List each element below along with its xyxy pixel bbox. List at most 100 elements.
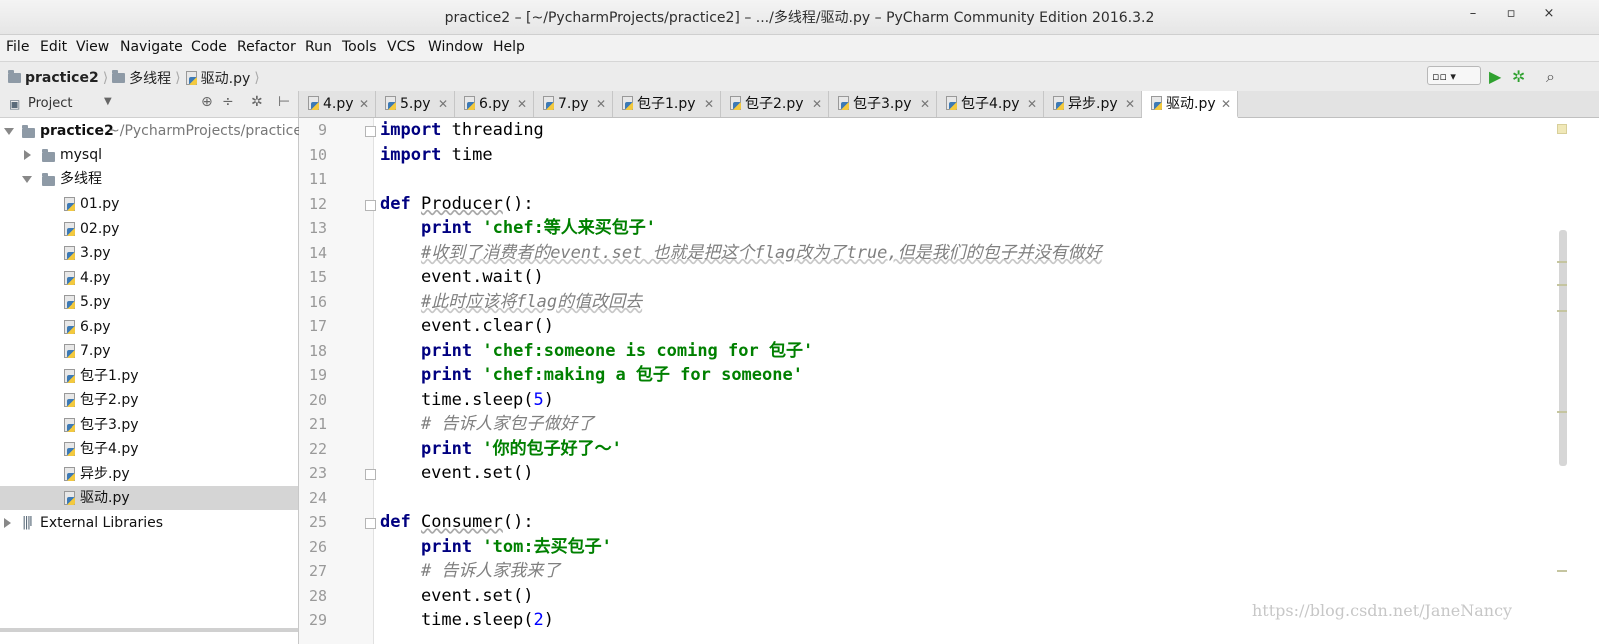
tab-baozi2-py[interactable]: 包子2.py ✕	[721, 91, 829, 117]
warning-marker[interactable]	[1557, 284, 1567, 286]
inspection-status-icon[interactable]	[1557, 124, 1567, 134]
menu-refactor[interactable]: Refactor	[237, 39, 296, 55]
tree-item-mysql[interactable]: mysql	[0, 143, 298, 167]
code-line[interactable]: 16 #此时应该将flag的值改回去	[299, 290, 1559, 314]
warning-marker[interactable]	[1557, 310, 1567, 312]
tree-item-file[interactable]: 包子4.py	[0, 437, 298, 461]
code-line[interactable]: 15 event.wait()	[299, 265, 1559, 289]
close-button[interactable]: ×	[1538, 6, 1560, 26]
vertical-scrollbar[interactable]	[1559, 230, 1567, 466]
code-line[interactable]: 19 print 'chef:making a 包子 for someone'	[299, 363, 1559, 387]
menu-edit[interactable]: Edit	[40, 39, 67, 55]
tree-item-file[interactable]: 02.py	[0, 217, 298, 241]
tree-item-file[interactable]: 7.py	[0, 339, 298, 363]
tree-item-file[interactable]: 3.py	[0, 241, 298, 265]
menu-vcs[interactable]: VCS	[387, 39, 415, 55]
tree-item-duoxiancheng[interactable]: 多线程	[0, 167, 298, 191]
code-line[interactable]: 20 time.sleep(5)	[299, 388, 1559, 412]
close-tab-icon[interactable]: ✕	[438, 91, 448, 117]
close-tab-icon[interactable]: ✕	[517, 91, 527, 117]
close-tab-icon[interactable]: ✕	[1125, 91, 1135, 117]
code-editor[interactable]: 9 import threading 10 import time 11 12 def Pr…	[299, 118, 1599, 644]
code-line[interactable]: 27 # 告诉人家我来了	[299, 559, 1559, 583]
breadcrumb-project[interactable]: practice2	[25, 70, 99, 86]
fold-marker-icon[interactable]	[365, 518, 376, 529]
menu-navigate[interactable]: Navigate	[120, 39, 183, 55]
debug-bug-icon[interactable]: ✲	[1512, 67, 1525, 86]
tree-item-practice2[interactable]: practice2 ~/PycharmProjects/practice2	[0, 119, 311, 143]
tree-item-file-selected[interactable]: 驱动.py	[0, 486, 298, 510]
tree-item-file[interactable]: 6.py	[0, 315, 298, 339]
close-tab-icon[interactable]: ✕	[920, 91, 930, 117]
project-view-label[interactable]: Project	[28, 96, 72, 111]
menu-help[interactable]: Help	[493, 39, 525, 55]
search-icon[interactable]: ⌕	[1546, 67, 1555, 87]
tree-item-file[interactable]: 异步.py	[0, 462, 298, 486]
menu-view[interactable]: View	[76, 39, 109, 55]
expand-arrow-icon[interactable]	[24, 150, 31, 160]
code-line[interactable]: 25 def Consumer():	[299, 510, 1559, 534]
menu-file[interactable]: File	[6, 39, 29, 55]
fold-marker-icon[interactable]	[365, 199, 376, 211]
code-line[interactable]: 24	[299, 486, 1559, 510]
minimize-button[interactable]: –	[1462, 6, 1484, 26]
code-line[interactable]: 22 print '你的包子好了～'	[299, 437, 1559, 461]
chevron-down-icon[interactable]: ▼	[104, 96, 112, 107]
code-line[interactable]: 18 print 'chef:someone is coming for 包子'	[299, 339, 1559, 363]
horizontal-scrollbar[interactable]	[0, 628, 298, 632]
tree-item-file[interactable]: 5.py	[0, 290, 298, 314]
code-line[interactable]: 13 print 'chef:等人来买包子'	[299, 216, 1559, 240]
menu-code[interactable]: Code	[191, 39, 227, 55]
close-tab-icon[interactable]: ✕	[704, 91, 714, 117]
tab-7-py[interactable]: 7.py ✕	[534, 91, 613, 117]
close-tab-icon[interactable]: ✕	[1027, 91, 1037, 117]
tab-baozi3-py[interactable]: 包子3.py ✕	[829, 91, 937, 117]
tree-item-file[interactable]: 包子1.py	[0, 364, 298, 388]
close-tab-icon[interactable]: ✕	[596, 91, 606, 117]
expand-arrow-icon[interactable]	[4, 128, 14, 135]
tree-item-external-libraries[interactable]: |||l External Libraries	[0, 511, 298, 535]
run-icon[interactable]: ▶	[1489, 67, 1501, 86]
collapse-all-icon[interactable]: ÷	[222, 94, 234, 110]
code-line[interactable]: 10 import time	[299, 143, 1559, 167]
close-tab-icon[interactable]: ✕	[1221, 91, 1231, 117]
expand-arrow-icon[interactable]	[22, 176, 32, 183]
warning-marker[interactable]	[1557, 570, 1567, 572]
tab-baozi1-py[interactable]: 包子1.py ✕	[613, 91, 721, 117]
tab-5-py[interactable]: 5.py ✕	[376, 91, 455, 117]
tab-4-py[interactable]: 4.py ✕	[299, 91, 376, 117]
close-tab-icon[interactable]: ✕	[359, 91, 369, 117]
locate-target-icon[interactable]: ⊕	[201, 94, 213, 110]
expand-arrow-icon[interactable]	[4, 518, 11, 528]
code-line[interactable]: 21 # 告诉人家包子做好了	[299, 412, 1559, 436]
warning-marker[interactable]	[1557, 411, 1567, 413]
breadcrumb-file[interactable]: 驱动.py	[201, 68, 251, 88]
tree-item-file[interactable]: 01.py	[0, 192, 298, 216]
warning-marker[interactable]	[1557, 261, 1567, 263]
tree-item-file[interactable]: 包子2.py	[0, 388, 298, 412]
tab-6-py[interactable]: 6.py ✕	[455, 91, 534, 117]
code-line[interactable]: 12 def Producer():	[299, 192, 1559, 216]
breadcrumb-folder[interactable]: 多线程	[129, 68, 171, 88]
tab-yibu-py[interactable]: 异步.py ✕	[1044, 91, 1142, 117]
tree-item-file[interactable]: 4.py	[0, 266, 298, 290]
code-line[interactable]: 14 #收到了消费者的event.set 也就是把这个flag改为了true,但…	[299, 241, 1559, 265]
code-line[interactable]: 9 import threading	[299, 118, 1559, 142]
run-configuration-select[interactable]: ▫▫ ▾	[1427, 66, 1481, 85]
code-line[interactable]: 11	[299, 167, 1559, 191]
menu-tools[interactable]: Tools	[342, 39, 377, 55]
menu-run[interactable]: Run	[305, 39, 332, 55]
hide-panel-icon[interactable]: ⊢	[278, 94, 290, 110]
tab-qudong-py-active[interactable]: 驱动.py ✕	[1142, 91, 1238, 118]
close-tab-icon[interactable]: ✕	[812, 91, 822, 117]
tree-item-file[interactable]: 包子3.py	[0, 413, 298, 437]
fold-marker-icon[interactable]	[365, 469, 376, 480]
fold-marker-icon[interactable]	[365, 126, 376, 137]
gear-icon[interactable]: ✲	[251, 94, 263, 110]
code-line[interactable]: 23 event.set()	[299, 461, 1559, 485]
menu-window[interactable]: Window	[428, 39, 483, 55]
code-line[interactable]: 17 event.clear()	[299, 314, 1559, 338]
code-line[interactable]: 26 print 'tom:去买包子'	[299, 535, 1559, 559]
maximize-button[interactable]: ▫	[1500, 6, 1522, 26]
tab-baozi4-py[interactable]: 包子4.py ✕	[937, 91, 1044, 117]
